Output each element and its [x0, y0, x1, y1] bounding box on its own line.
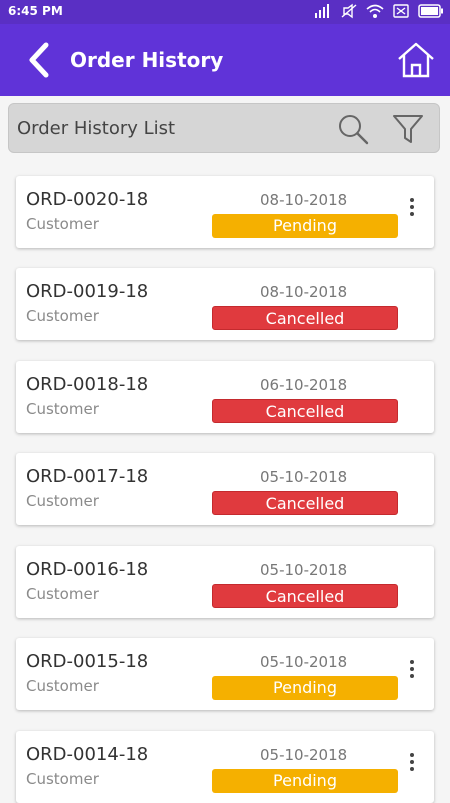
sim-x-icon [392, 3, 410, 22]
order-customer: Customer [26, 400, 99, 418]
order-id: ORD-0014-18 [26, 744, 149, 765]
search-label: Order History List [17, 118, 176, 139]
order-card[interactable]: ORD-0017-18 Customer 05-10-2018 Cancelled [16, 453, 434, 525]
order-id: ORD-0017-18 [26, 466, 149, 487]
more-vertical-icon[interactable] [406, 198, 418, 222]
order-id: ORD-0020-18 [26, 189, 149, 210]
status-bar: 6:45 PM [0, 0, 450, 24]
order-card[interactable]: ORD-0016-18 Customer 05-10-2018 Cancelled [16, 546, 434, 618]
order-card[interactable]: ORD-0014-18 Customer 05-10-2018 Pending [16, 731, 434, 803]
order-customer: Customer [26, 307, 99, 325]
order-date: 05-10-2018 [260, 653, 348, 671]
order-customer: Customer [26, 492, 99, 510]
order-customer: Customer [26, 770, 99, 788]
status-time: 6:45 PM [8, 4, 63, 18]
sim-signal-icon [314, 3, 332, 22]
app-bar: Order History [0, 24, 450, 96]
order-date: 06-10-2018 [260, 376, 348, 394]
home-icon [398, 42, 434, 78]
order-id: ORD-0015-18 [26, 651, 149, 672]
wifi-icon [366, 3, 384, 22]
mute-icon [340, 3, 358, 22]
status-badge: Pending [212, 676, 398, 700]
status-badge: Cancelled [212, 306, 398, 330]
order-customer: Customer [26, 585, 99, 603]
order-date: 05-10-2018 [260, 468, 348, 486]
more-vertical-icon[interactable] [406, 660, 418, 684]
order-date: 05-10-2018 [260, 746, 348, 764]
order-date: 08-10-2018 [260, 283, 348, 301]
order-card[interactable]: ORD-0019-18 Customer 08-10-2018 Cancelled [16, 268, 434, 340]
order-date: 08-10-2018 [260, 191, 348, 209]
status-badge: Cancelled [212, 584, 398, 608]
home-button[interactable] [396, 40, 436, 80]
filter-icon[interactable] [392, 114, 424, 144]
chevron-left-icon [29, 42, 49, 78]
status-badge: Cancelled [212, 491, 398, 515]
more-vertical-icon[interactable] [406, 753, 418, 777]
status-icons [314, 3, 444, 22]
battery-icon [418, 4, 444, 21]
order-card[interactable]: ORD-0018-18 Customer 06-10-2018 Cancelled [16, 361, 434, 433]
search-bar[interactable]: Order History List [8, 103, 440, 153]
status-badge: Pending [212, 214, 398, 238]
order-customer: Customer [26, 677, 99, 695]
order-id: ORD-0018-18 [26, 374, 149, 395]
order-id: ORD-0016-18 [26, 559, 149, 580]
order-card[interactable]: ORD-0015-18 Customer 05-10-2018 Pending [16, 638, 434, 710]
status-badge: Cancelled [212, 399, 398, 423]
status-badge: Pending [212, 769, 398, 793]
order-id: ORD-0019-18 [26, 281, 149, 302]
page-title: Order History [70, 48, 224, 72]
back-button[interactable] [24, 42, 56, 78]
order-customer: Customer [26, 215, 99, 233]
search-icon[interactable] [337, 113, 369, 145]
order-date: 05-10-2018 [260, 561, 348, 579]
order-card[interactable]: ORD-0020-18 Customer 08-10-2018 Pending [16, 176, 434, 248]
